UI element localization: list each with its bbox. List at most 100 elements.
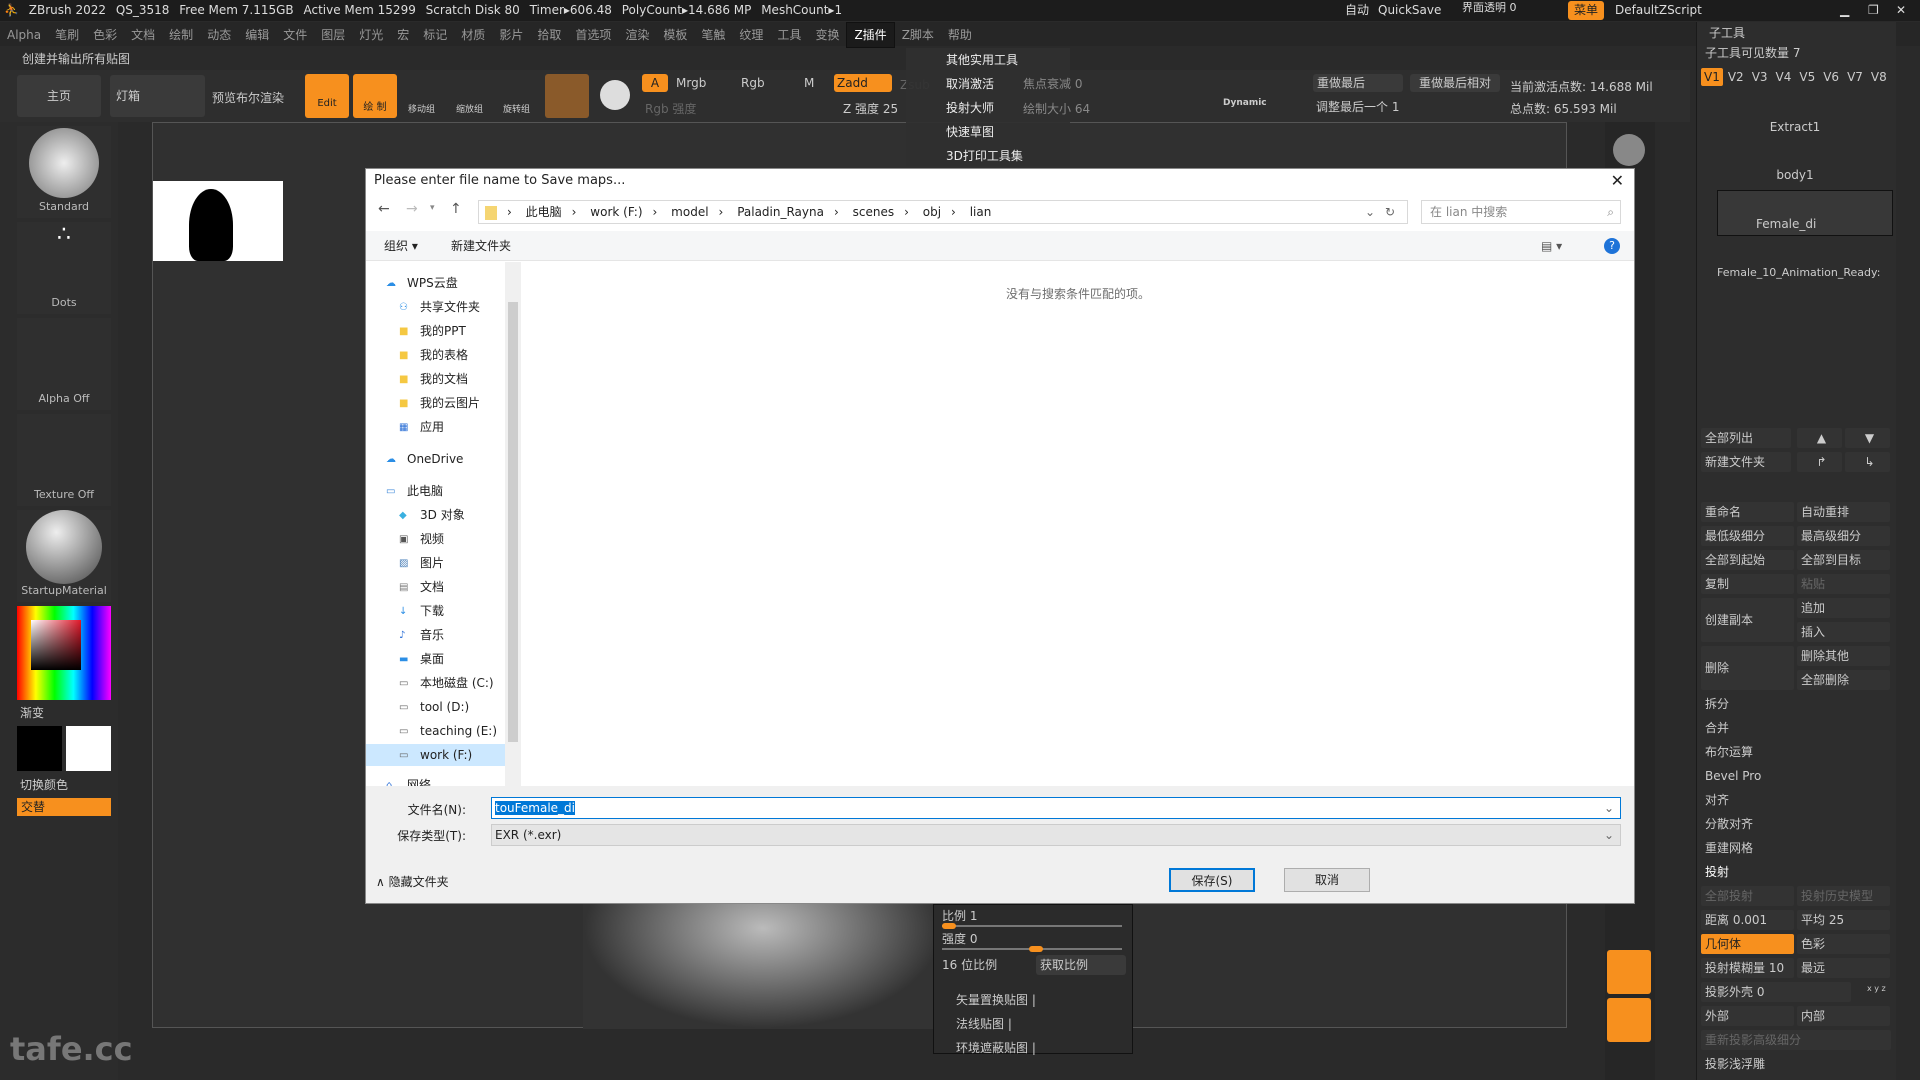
delete-button[interactable]: 删除 [1701,646,1794,690]
nav-item[interactable]: ■ 我的PPT [399,320,466,342]
project-history-button[interactable]: 投射历史模型 [1797,886,1890,906]
subtool-female-di[interactable]: Female_di [1717,190,1893,236]
filename-input[interactable]: touFemale_di ⌄ [491,797,1621,819]
menu-material[interactable]: 材质 [454,23,492,47]
move-up-icon[interactable]: ▲ [1797,428,1842,448]
breadcrumb-lian[interactable]: lian [970,205,992,219]
z-intensity-slider[interactable]: Z 强度 25 [843,100,898,117]
address-bar[interactable]: › 此电脑 › work (F:) › model › Paladin_Rayna › … [478,200,1408,224]
insert-button[interactable]: 插入 [1797,622,1890,642]
version-v8[interactable]: V8 [1868,68,1890,86]
focal-shift-slider[interactable]: 焦点衰减 0 [1023,75,1082,92]
menu-preferences[interactable]: 首选项 [568,23,618,47]
outer-toggle[interactable]: 外部 [1701,1006,1794,1026]
menu-picker[interactable]: 拾取 [530,23,568,47]
color-toggle[interactable]: 色彩 [1797,934,1890,954]
nav-item[interactable]: ▬ 桌面 [399,648,444,670]
menu-marker[interactable]: 标记 [416,23,454,47]
nav-item[interactable]: ▨ 图片 [399,552,444,574]
dialog-close-icon[interactable]: ✕ [1611,171,1624,190]
all-low-button[interactable]: 最低级细分 [1701,526,1794,546]
delete-all-button[interactable]: 全部删除 [1797,670,1890,690]
zadd-button[interactable]: Zadd [834,74,892,92]
nav-item[interactable]: ▣ 视频 [399,528,444,550]
menu-document[interactable]: 文档 [124,23,162,47]
breadcrumb-scenes[interactable]: scenes [853,205,894,219]
version-v1[interactable]: V1 [1701,68,1723,86]
gradient-toggle[interactable]: 渐变 [20,704,44,721]
section-merge[interactable]: 合并 [1701,718,1891,738]
move-down-icon[interactable]: ▼ [1845,428,1890,448]
visible-count-slider[interactable]: 子工具可见数量 7 [1705,44,1800,61]
version-v5[interactable]: V5 [1796,68,1818,86]
menu-zplugin[interactable]: Z插件 [846,22,895,48]
nav-item[interactable]: ▭ 此电脑 [386,480,443,502]
menu-tool[interactable]: 工具 [770,23,808,47]
menu-render[interactable]: 渲染 [618,23,656,47]
distance-slider[interactable]: 距离 0.001 [1701,910,1794,930]
nav-item[interactable]: ▭ 本地磁盘 (C:) [399,672,494,694]
subtool-body1[interactable]: body1 [1697,168,1893,182]
brush-selector[interactable]: Standard [17,126,111,218]
geometry-toggle[interactable]: 几何体 [1701,934,1794,954]
menu-zscript[interactable]: Z脚本 [895,23,941,47]
menu-macro[interactable]: 宏 [390,23,416,47]
address-dropdown-icon[interactable]: ⌄ [1365,201,1375,223]
preview-bool-render[interactable]: 预览布尔渲染 [212,89,284,106]
section-remesh[interactable]: 重建网格 [1701,838,1891,858]
default-zscript[interactable]: DefaultZScript [1615,0,1702,21]
search-input[interactable]: 在 lian 中搜索 ⌕ [1421,200,1621,224]
main-color-swatch[interactable] [17,726,62,771]
nav-item[interactable]: ⚇ 共享文件夹 [399,296,480,318]
draw-button[interactable]: 绘 制 [353,74,397,118]
new-folder-button[interactable]: 新建文件夹 [1701,452,1791,472]
back-arrow-icon[interactable]: ← [378,201,390,217]
adjust-last-slider[interactable]: 调整最后一个 1 [1316,98,1399,115]
menu-file[interactable]: 文件 [276,23,314,47]
mean-slider[interactable]: 平均 25 [1797,910,1890,930]
minimize-icon[interactable]: ▁ [1840,0,1849,21]
edit-button[interactable]: Edit [305,74,349,118]
redo-last-relative-button[interactable]: 重做最后相对 [1410,74,1500,92]
subtool-extract1[interactable]: Extract1 [1697,120,1893,134]
breadcrumb-paladin-rayna[interactable]: Paladin_Rayna [737,205,824,219]
nav-item[interactable]: ◆ 3D 对象 [399,504,465,526]
vector-displacement-map-toggle[interactable]: 矢量置换贴图 | [956,991,1036,1008]
restore-icon[interactable]: ❐ [1868,0,1879,21]
menu-help[interactable]: 帮助 [941,23,979,47]
nav-scrollbar[interactable] [505,262,521,792]
arrow-right-down-icon[interactable]: ↳ [1845,452,1890,472]
nav-item[interactable]: ▦ 应用 [399,416,444,438]
menu-stroke[interactable]: 笔触 [694,23,732,47]
m-button[interactable]: M [804,76,814,90]
menu-item-quicksketch[interactable]: 快速草图 [906,120,1070,144]
forward-arrow-icon[interactable]: → [406,201,418,217]
nav-item[interactable]: ▭ tool (D:) [399,696,469,718]
alpha-selector[interactable]: Alpha Off [17,318,111,410]
menu-dynamics[interactable]: 动态 [200,23,238,47]
switch-color-button[interactable]: 切换颜色 [20,776,68,793]
filetype-select[interactable]: EXR (*.exr) ⌄ [491,824,1621,846]
paste-button[interactable]: 粘贴 [1797,574,1890,594]
scale-button[interactable]: 缩放组 [456,102,483,115]
auto-reorder-button[interactable]: 自动重排 [1797,502,1890,522]
version-v7[interactable]: V7 [1844,68,1866,86]
nav-item[interactable]: ♪ 音乐 [399,624,444,646]
menu-button[interactable]: 菜单 [1568,1,1605,20]
scale-slider[interactable]: 比例 1 [942,907,977,924]
normal-map-toggle[interactable]: 法线贴图 | [956,1015,1012,1032]
a-button[interactable]: A [642,74,668,92]
menu-color[interactable]: 色彩 [86,23,124,47]
move-button[interactable]: 移动组 [408,102,435,115]
transparency-slider[interactable]: 界面透明 0 [1462,0,1517,16]
nav-item[interactable]: ☁ OneDrive [386,448,463,470]
nav-item[interactable]: ■ 我的文档 [399,368,468,390]
arrow-right-up-icon[interactable]: ↱ [1797,452,1842,472]
menu-layer[interactable]: 图层 [314,23,352,47]
inner-toggle[interactable]: 内部 [1797,1006,1890,1026]
view-options-icon[interactable]: ▤ ▾ [1541,231,1562,261]
bpr-icon[interactable] [1613,134,1645,166]
help-icon[interactable]: ? [1604,238,1620,254]
copy-button[interactable]: 复制 [1701,574,1794,594]
all-high-button[interactable]: 最高级细分 [1797,526,1890,546]
